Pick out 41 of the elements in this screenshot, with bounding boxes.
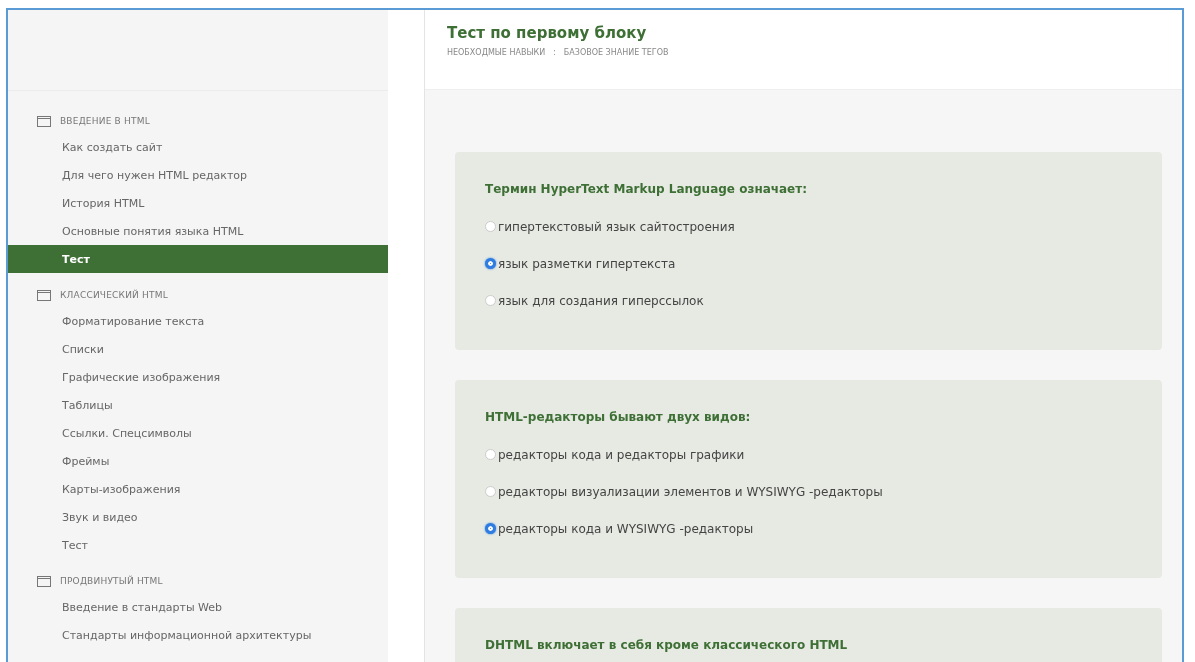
option-label: редакторы визуализации элементов и WYSIWYG -редакторы (498, 484, 883, 499)
sidebar-item[interactable]: Тест (8, 531, 388, 559)
sidebar-item[interactable]: Основные понятия языка HTML (8, 217, 388, 245)
page-title: Тест по первому блоку (447, 24, 648, 42)
section-heading: ПРОДВИНУТЫЙ HTML (60, 576, 163, 586)
sidebar-item[interactable]: Списки (8, 335, 388, 363)
sidebar-item[interactable]: Форматирование текста (8, 307, 388, 335)
option-label: язык для создания гиперссылок (498, 293, 704, 308)
sidebar-item[interactable]: Графические изображения (8, 363, 388, 391)
radio-button[interactable] (485, 523, 496, 534)
option-label: редакторы кода и WYSIWYG -редакторы (498, 521, 754, 536)
option-label: редакторы кода и редакторы графики (498, 447, 745, 462)
sidebar-item[interactable]: Таблицы (8, 391, 388, 419)
section-heading: ВВЕДЕНИЕ В HTML (60, 116, 150, 126)
radio-button[interactable] (485, 449, 496, 460)
folder-icon (37, 289, 51, 301)
radio-button[interactable] (485, 295, 496, 306)
sidebar-item[interactable]: Карты-изображения (8, 475, 388, 503)
breadcrumb-text: БАЗОВОЕ ЗНАНИЕ ТЕГОВ (563, 48, 669, 57)
question-text: HTML-редакторы бывают двух видов: (485, 410, 752, 424)
option-label: гипертекстовый язык сайтостроения (498, 219, 735, 234)
question-text: Термин HyperText Markup Language означает: (485, 182, 808, 196)
folder-icon (37, 575, 51, 587)
folder-icon (37, 115, 51, 127)
sidebar-item[interactable]: Введение в стандарты Web (8, 593, 388, 621)
sidebar-item[interactable]: Звук и видео (8, 503, 388, 531)
sidebar-item[interactable]: История HTML (8, 189, 388, 217)
question-text: DHTML включает в себя кроме классического HTML (485, 638, 849, 652)
section-heading: КЛАССИЧЕСКИЙ HTML (60, 290, 168, 300)
radio-button[interactable] (485, 258, 496, 269)
sidebar-item[interactable]: Ссылки. Спецсимволы (8, 419, 388, 447)
sidebar-item[interactable]: Для чего нужен HTML редактор (8, 161, 388, 189)
sidebar-item[interactable]: Фреймы (8, 447, 388, 475)
sidebar-item[interactable]: Тест (8, 245, 388, 273)
breadcrumb-text: НЕОБХОДМЫЕ НАВЫКИ (447, 48, 546, 57)
radio-button[interactable] (485, 221, 496, 232)
breadcrumb-text: : (553, 48, 556, 57)
radio-button[interactable] (485, 486, 496, 497)
option-label: язык разметки гипертекста (498, 256, 676, 271)
sidebar-item[interactable]: Стандарты информационной архитектуры (8, 621, 388, 649)
sidebar-item[interactable]: Как создать сайт (8, 133, 388, 161)
